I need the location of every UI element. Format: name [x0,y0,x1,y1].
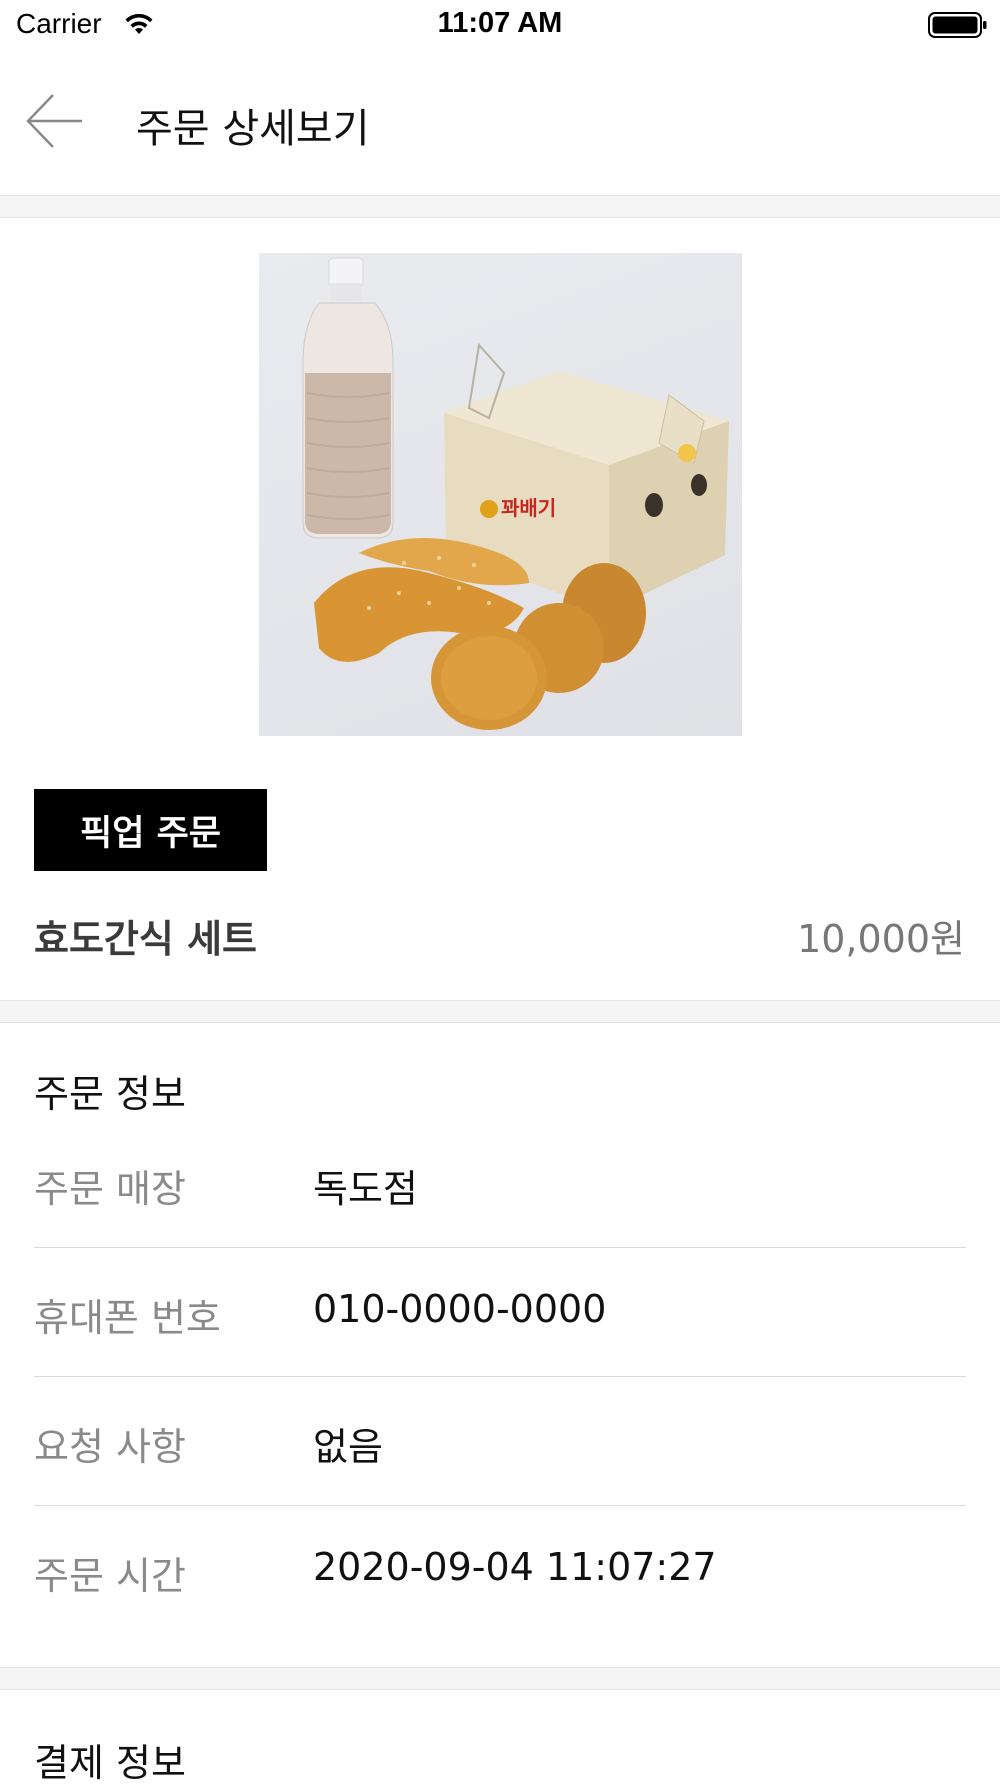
status-bar: Carrier 11:07 AM [0,0,1000,50]
pickup-order-badge: 픽업 주문 [34,789,267,871]
info-value: 2020-09-04 11:07:27 [313,1545,717,1589]
info-value: 010-0000-0000 [313,1287,607,1331]
battery-icon [928,11,988,43]
section-divider [0,1667,1000,1690]
order-info-title: 주문 정보 [34,1072,186,1116]
info-label: 휴대폰 번호 [34,1296,221,1340]
info-row-order-time: 주문 시간 2020-09-04 11:07:27 [34,1545,966,1673]
section-divider [0,195,1000,218]
info-label: 요청 사항 [34,1425,186,1469]
top-app-bar: 주문 상세보기 [0,62,1000,192]
info-label: 주문 매장 [34,1167,186,1211]
row-divider [34,1505,966,1506]
row-divider [34,1247,966,1248]
info-value: 없음 [313,1425,383,1469]
payment-info-title: 결제 정보 [34,1741,186,1785]
back-button[interactable] [20,88,90,158]
info-row-phone: 휴대폰 번호 010-0000-0000 [34,1287,966,1415]
section-divider [0,1000,1000,1023]
info-row-request: 요청 사항 없음 [34,1416,966,1544]
svg-text:꽈배기: 꽈배기 [501,496,556,520]
info-value: 독도점 [313,1167,418,1211]
arrow-left-icon [26,92,84,154]
product-price: 10,000원 [797,917,965,961]
product-image: 꽈배기 [259,253,742,736]
row-divider [34,1376,966,1377]
info-row-store: 주문 매장 독도점 [34,1158,966,1286]
status-time: 11:07 AM [437,7,563,39]
product-name: 효도간식 세트 [34,917,257,961]
page-title: 주문 상세보기 [136,106,370,152]
info-label: 주문 시간 [34,1554,186,1598]
